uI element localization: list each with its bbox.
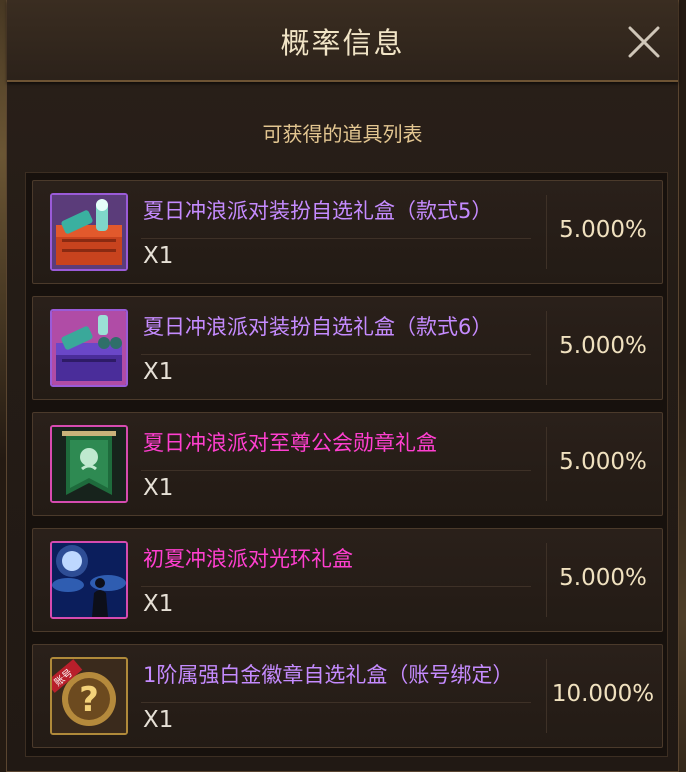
guild-banner-icon	[50, 425, 128, 503]
divider	[141, 238, 531, 239]
item-quantity: X1	[143, 243, 174, 269]
divider	[546, 311, 547, 385]
item-probability: 10.000%	[551, 681, 655, 707]
divider	[141, 586, 531, 587]
list-item: 夏日冲浪派对装扮自选礼盒（款式6） X1 5.000%	[32, 296, 663, 400]
divider	[546, 659, 547, 733]
divider	[141, 702, 531, 703]
item-quantity: X1	[143, 591, 174, 617]
list-subtitle: 可获得的道具列表	[262, 122, 423, 146]
item-list[interactable]: 夏日冲浪派对装扮自选礼盒（款式5） X1 5.000% 夏日冲浪派对装扮自选礼盒…	[25, 172, 668, 757]
item-probability: 5.000%	[559, 449, 647, 475]
list-item: 初夏冲浪派对光环礼盒 X1 5.000%	[32, 528, 663, 632]
beach-gift-box-red-icon	[50, 193, 128, 271]
beach-gift-box-purple-icon	[50, 309, 128, 387]
item-probability: 5.000%	[559, 333, 647, 359]
divider	[546, 195, 547, 269]
item-name: 初夏冲浪派对光环礼盒	[143, 547, 353, 571]
mystery-badge-icon: ? 账号	[50, 657, 128, 735]
title-bar: 概率信息	[7, 0, 678, 82]
divider	[141, 470, 531, 471]
item-quantity: X1	[143, 475, 174, 501]
probability-dialog: 概率信息 可获得的道具列表 夏日冲浪派对装扮自选礼盒（款式5） X1 5.000…	[6, 0, 679, 772]
divider	[141, 354, 531, 355]
item-quantity: X1	[143, 707, 174, 733]
item-probability: 5.000%	[559, 565, 647, 591]
divider	[546, 427, 547, 501]
close-button[interactable]	[624, 22, 664, 62]
item-name: 夏日冲浪派对装扮自选礼盒（款式6）	[143, 315, 493, 339]
item-quantity: X1	[143, 359, 174, 385]
list-item: 夏日冲浪派对至尊公会勋章礼盒 X1 5.000%	[32, 412, 663, 516]
item-probability: 5.000%	[559, 217, 647, 243]
night-aura-icon	[50, 541, 128, 619]
list-item: ? 账号 1阶属强白金徽章自选礼盒（账号绑定） X1 10.000%	[32, 644, 663, 748]
dialog-title: 概率信息	[280, 26, 405, 60]
svg-text:?: ?	[79, 680, 99, 720]
close-icon	[628, 26, 660, 58]
item-name: 1阶属强白金徽章自选礼盒（账号绑定）	[143, 663, 514, 687]
list-item: 夏日冲浪派对装扮自选礼盒（款式5） X1 5.000%	[32, 180, 663, 284]
item-name: 夏日冲浪派对装扮自选礼盒（款式5）	[143, 199, 493, 223]
item-name: 夏日冲浪派对至尊公会勋章礼盒	[143, 431, 437, 455]
divider	[546, 543, 547, 617]
